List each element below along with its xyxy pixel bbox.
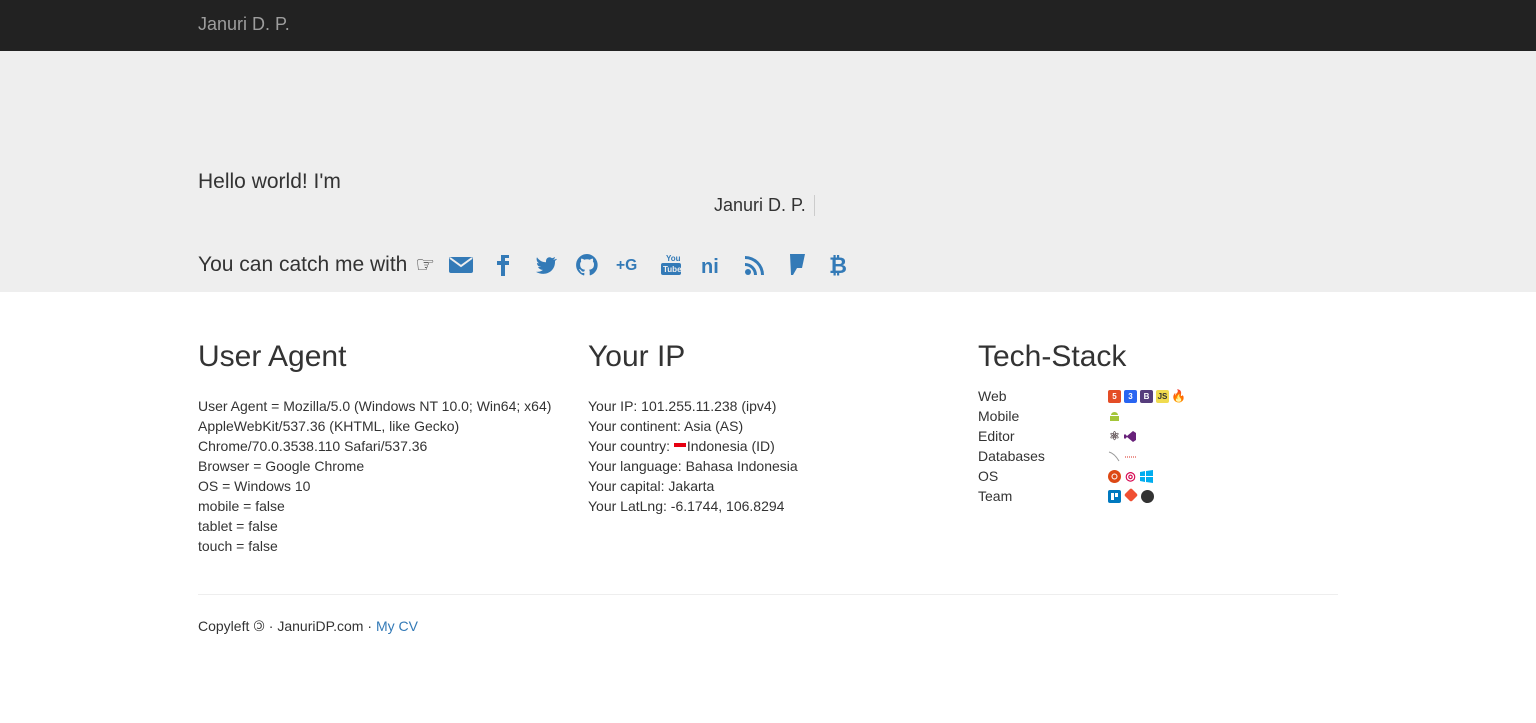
email-icon[interactable] [447,251,475,279]
catch-text: You can catch me with [198,253,408,276]
svg-text:ni: ni [701,256,719,278]
hero-catch-line: You can catch me with ☞ +G You Tube ni ₿ [198,251,867,279]
youtube-icon[interactable]: You Tube [657,251,685,279]
tech-row-label: Mobile [978,408,1020,424]
svg-text:+G: +G [616,257,637,274]
tech-row-databases: Databases [978,446,1338,466]
user-agent-section: User Agent User Agent = Mozilla/5.0 (Win… [198,340,578,556]
google-plus-icon[interactable]: +G [615,251,643,279]
country-prefix: Your country: [588,438,674,454]
footer-site: JanuriDP.com [277,618,364,634]
visual-studio-icon [1124,430,1137,443]
touch-line: touch = false [198,538,278,554]
language-line: Your language: Bahasa Indonesia [588,458,798,474]
android-icon [1108,410,1121,423]
navbar: Januri D. P. [0,0,1536,51]
svg-text:Tube: Tube [663,265,682,274]
trello-icon [1108,489,1121,503]
svg-text:You: You [666,254,681,263]
my-cv-link[interactable]: My CV [376,618,418,634]
tech-row-team: Team [978,486,1338,506]
git-icon [1123,487,1139,502]
your-ip-title: Your IP [588,340,686,373]
tech-row-editor: Editor ⚛ [978,426,1338,446]
tech-row-label: Team [978,488,1013,504]
html5-icon: 5 [1108,389,1121,403]
user-agent-title: User Agent [198,340,347,373]
continent-line: Your continent: Asia (AS) [588,418,744,434]
github-icon[interactable] [573,251,601,279]
tech-row-label: Databases [978,448,1045,464]
social-links: +G You Tube ni ₿ [447,251,867,279]
hero-typed-name: Januri D. P. [714,195,815,216]
tech-row-web: Web 5 3 B JS 🔥 [978,386,1338,406]
navbar-brand[interactable]: Januri D. P. [198,14,290,35]
footer: Copyleft 🄯 · JanuriDP.com · My CV [198,616,418,636]
facebook-icon[interactable] [489,251,517,279]
atom-icon: ⚛ [1109,429,1120,443]
svg-text:₿: ₿ [829,253,847,278]
copyleft-icon: 🄯 [253,618,265,634]
debian-icon: ◎ [1125,469,1136,483]
tech-stack-title: Tech-Stack [978,340,1127,373]
capital-line: Your capital: Jakarta [588,478,715,494]
hero-section: Hello world! I'm Januri D. P. You can ca… [0,51,1536,292]
rss-icon[interactable] [741,251,769,279]
user-agent-line: AppleWebKit/537.36 (KHTML, like Gecko) [198,418,460,434]
country-line: Your country: Indonesia (ID) [588,436,968,456]
codeigniter-icon: 🔥 [1171,389,1186,403]
tech-row-label: Web [978,388,1007,404]
bootstrap-icon: B [1140,389,1153,403]
windows-icon [1140,469,1153,483]
ip-line: Your IP: 101.255.11.238 (ipv4) [588,398,777,414]
footer-divider [198,594,1338,595]
browser-line: Browser = Google Chrome [198,458,365,474]
tech-stack-section: Tech-Stack Web 5 3 B JS 🔥 Mobile Editor … [978,340,1338,506]
slideshare-icon[interactable]: ni [699,251,727,279]
footer-separator: · [367,618,373,634]
pointing-hand-icon: ☞ [415,252,436,277]
footer-separator: · [268,618,274,634]
tech-row-label: OS [978,468,999,484]
tablet-line: tablet = false [198,518,278,534]
mobile-line: mobile = false [198,498,285,514]
user-agent-line: Chrome/70.0.3538.110 Safari/537.36 [198,438,428,454]
country-value: Indonesia (ID) [686,438,775,454]
latlng-line: Your LatLng: -6.1744, 106.8294 [588,498,785,514]
tech-row-label: Editor [978,428,1015,444]
javascript-icon: JS [1156,389,1169,403]
mysql-icon [1108,450,1121,463]
redis-icon [1124,450,1137,463]
tech-row-os: OS ◎ [978,466,1338,486]
foursquare-icon[interactable] [783,251,811,279]
ubuntu-icon [1108,469,1121,483]
tech-row-mobile: Mobile [978,406,1338,426]
hero-hello: Hello world! I'm [198,170,341,193]
indonesia-flag-icon [673,443,686,452]
twitter-icon[interactable] [531,251,559,279]
your-ip-section: Your IP Your IP: 101.255.11.238 (ipv4) Y… [588,340,968,516]
copyleft-text: Copyleft [198,618,250,634]
user-agent-line: User Agent = Mozilla/5.0 (Windows NT 10.… [198,398,552,414]
css3-icon: 3 [1124,389,1137,403]
os-line: OS = Windows 10 [198,478,311,494]
github-icon [1141,489,1154,503]
bitcoin-icon[interactable]: ₿ [825,251,853,279]
